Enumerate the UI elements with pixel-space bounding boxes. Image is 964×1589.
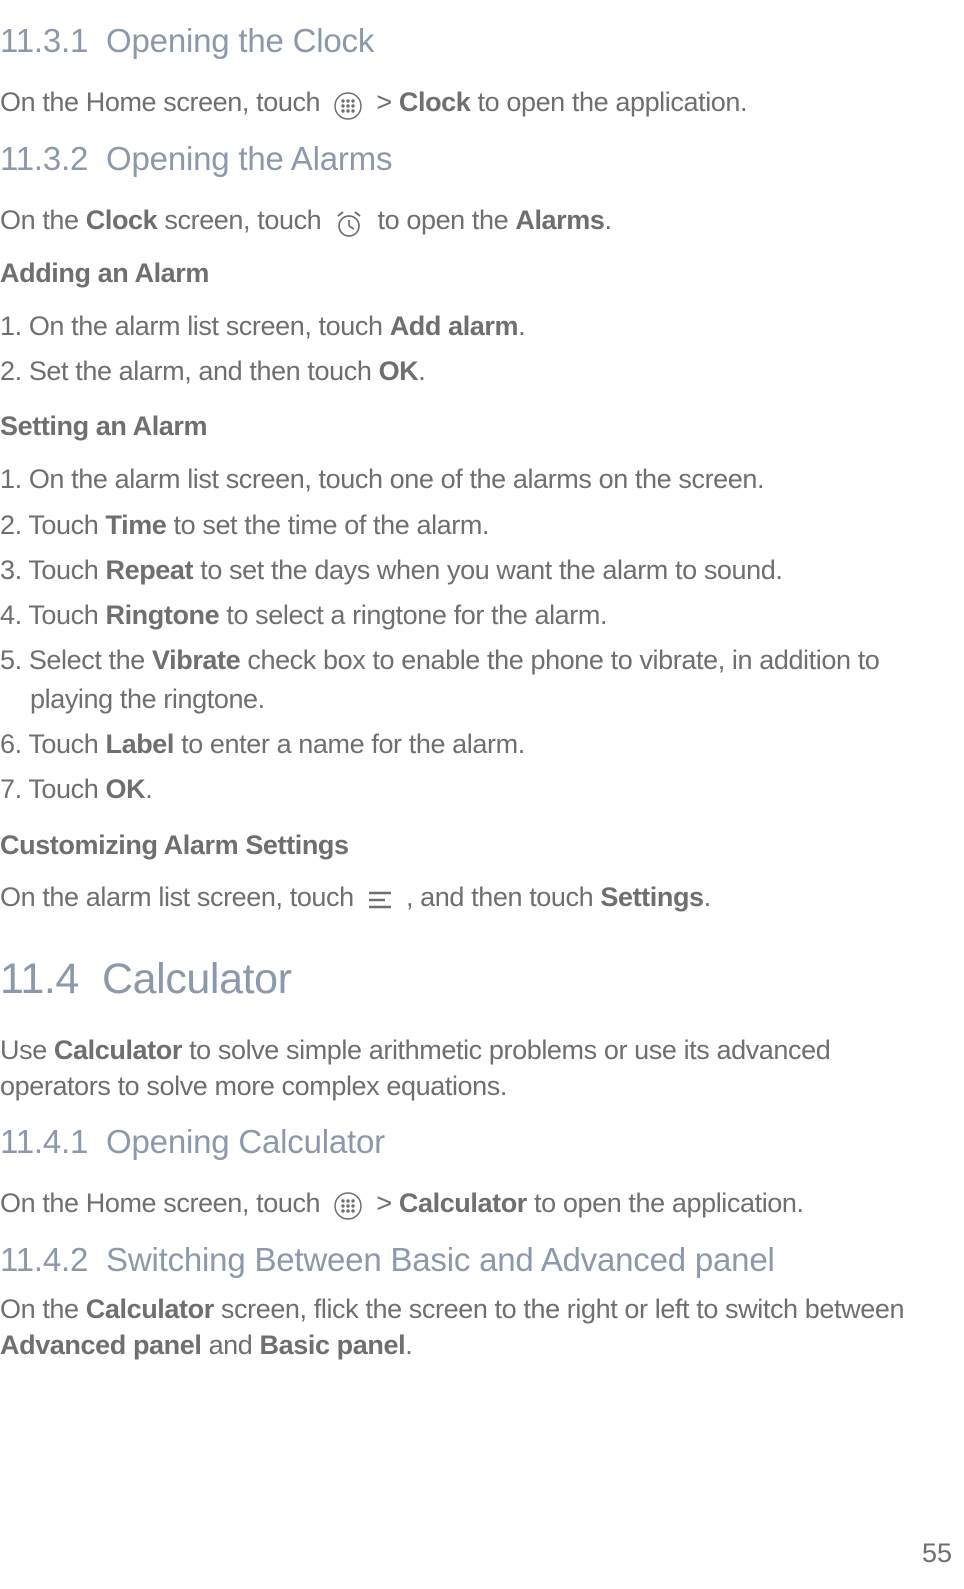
text: On the alarm list screen, touch	[0, 882, 361, 912]
text: .	[145, 774, 152, 804]
text-bold: Calculator	[54, 1035, 182, 1065]
text: 4. Touch	[0, 600, 105, 630]
text-bold: Settings	[600, 882, 703, 912]
paragraph: On the alarm list screen, touch , and th…	[0, 879, 924, 917]
list-item: 2. Set the alarm, and then touch OK.	[30, 352, 924, 391]
text: .	[405, 1330, 412, 1360]
heading-text: Calculator	[102, 955, 292, 1003]
list-item: 6. Touch Label to enter a name for the a…	[30, 725, 924, 764]
list-item: 1. On the alarm list screen, touch one o…	[30, 460, 924, 499]
list-item: 4. Touch Ringtone to select a ringtone f…	[30, 596, 924, 635]
text-bold: Vibrate	[152, 645, 240, 675]
text: , and then touch	[406, 882, 600, 912]
alarm-clock-icon	[334, 204, 364, 240]
text: 3. Touch	[0, 555, 105, 585]
text: 5. Select the	[0, 645, 152, 675]
ordered-list: 1. On the alarm list screen, touch Add a…	[0, 307, 924, 391]
heading-number: 11.4	[0, 955, 79, 1003]
text: to open the application.	[527, 1188, 804, 1218]
text: .	[518, 311, 525, 341]
heading-11-4-1: 11.4.1 Opening Calculator	[0, 1123, 924, 1161]
text: 6. Touch	[0, 729, 105, 759]
text: .	[418, 356, 425, 386]
text-bold: Calculator	[86, 1294, 214, 1324]
text-bold: Calculator	[399, 1188, 527, 1218]
text-bold: Clock	[399, 87, 471, 117]
list-item: 7. Touch OK.	[30, 770, 924, 809]
heading-11-4-2: 11.4.2 Switching Between Basic and Advan…	[0, 1241, 924, 1279]
text: On the Home screen, touch	[0, 1188, 327, 1218]
subheading-setting-alarm: Setting an Alarm	[0, 411, 924, 442]
text: screen, touch	[157, 205, 328, 235]
text: and	[201, 1330, 259, 1360]
paragraph: Use Calculator to solve simple arithmeti…	[0, 1032, 924, 1105]
ordered-list: 1. On the alarm list screen, touch one o…	[0, 460, 924, 809]
heading-text: Opening the Alarms	[106, 140, 392, 177]
text-bold: Ringtone	[105, 600, 219, 630]
text-bold: Repeat	[105, 555, 193, 585]
text: 1. On the alarm list screen, touch	[0, 311, 390, 341]
heading-number: 11.3.2	[0, 140, 88, 177]
list-item: 3. Touch Repeat to set the days when you…	[30, 551, 924, 590]
text: 2. Touch	[0, 510, 105, 540]
paragraph: On the Calculator screen, flick the scre…	[0, 1291, 924, 1364]
list-item: 2. Touch Time to set the time of the ala…	[30, 506, 924, 545]
page-number: 55	[922, 1538, 952, 1569]
text: to enter a name for the alarm.	[174, 729, 525, 759]
text: to set the time of the alarm.	[166, 510, 489, 540]
heading-number: 11.3.1	[0, 22, 88, 59]
text: 7. Touch	[0, 774, 105, 804]
text: >	[376, 87, 398, 117]
subheading-customizing-alarm: Customizing Alarm Settings	[0, 830, 924, 861]
text-bold: Label	[105, 729, 174, 759]
heading-number: 11.4.1	[0, 1123, 88, 1160]
text-bold: OK	[105, 774, 145, 804]
text-bold: Clock	[86, 205, 158, 235]
text: to open the application.	[478, 87, 748, 117]
text-bold: Advanced panel	[0, 1330, 201, 1360]
heading-11-4: 11.4 Calculator	[0, 955, 924, 1004]
text: to select a ringtone for the alarm.	[219, 600, 607, 630]
text: to set the days when you want the alarm …	[193, 555, 782, 585]
menu-lines-icon	[367, 880, 393, 916]
list-item: 5. Select the Vibrate check box to enabl…	[30, 641, 924, 719]
text: Use	[0, 1035, 54, 1065]
text: On the	[0, 205, 86, 235]
list-item: 1. On the alarm list screen, touch Add a…	[30, 307, 924, 346]
text-bold: OK	[379, 356, 419, 386]
subheading-adding-alarm: Adding an Alarm	[0, 258, 924, 289]
heading-11-3-2: 11.3.2 Opening the Alarms	[0, 140, 924, 178]
text-bold: Basic panel	[260, 1330, 406, 1360]
heading-text: Opening the Clock	[106, 22, 374, 59]
text: .	[605, 205, 612, 235]
heading-text: Opening Calculator	[106, 1123, 385, 1160]
text: .	[704, 882, 711, 912]
text: >	[376, 1188, 398, 1218]
text-bold: Alarms	[515, 205, 604, 235]
text: On the	[0, 1294, 86, 1324]
text-bold: Add alarm	[390, 311, 518, 341]
text-bold: Time	[105, 510, 166, 540]
text: screen, flick the screen to the right or…	[214, 1294, 904, 1324]
paragraph: On the Home screen, touch > Calculator t…	[0, 1185, 924, 1223]
paragraph: On the Clock screen, touch to open the A…	[0, 202, 924, 240]
text: to open the	[378, 205, 516, 235]
apps-grid-icon	[333, 86, 363, 122]
text: 2. Set the alarm, and then touch	[0, 356, 379, 386]
heading-number: 11.4.2	[0, 1241, 88, 1278]
heading-11-3-1: 11.3.1 Opening the Clock	[0, 22, 924, 60]
paragraph: On the Home screen, touch > Clock to ope…	[0, 84, 924, 122]
heading-text: Switching Between Basic and Advanced pan…	[106, 1241, 775, 1278]
text: On the Home screen, touch	[0, 87, 327, 117]
apps-grid-icon	[333, 1186, 363, 1222]
